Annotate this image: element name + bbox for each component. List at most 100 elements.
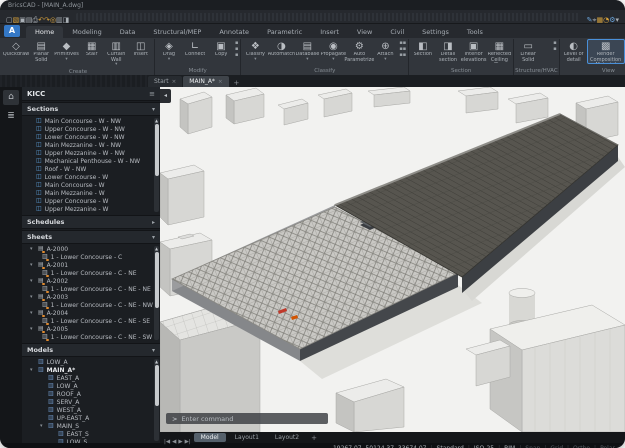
application-button[interactable]: A — [4, 25, 20, 37]
scrollbar[interactable]: ▲ — [154, 118, 159, 212]
sections-header[interactable]: Sections ▾ — [22, 102, 160, 116]
model-tree-item[interactable]: ▥ EAST_A — [22, 374, 160, 382]
sheet-view-item[interactable]: ▥ 1 - Lower Concourse - C — [22, 253, 160, 261]
collapse-caret-icon[interactable]: ▾ — [30, 262, 35, 268]
ribbon-button[interactable]: ▤ Database ▾ — [294, 39, 320, 63]
ribbon-button[interactable]: ▩ Render Composition Material ▾ — [587, 39, 625, 64]
hamburger-menu-icon[interactable]: ≡ — [149, 90, 155, 98]
model-tree-item[interactable]: ▥ SERV_A — [22, 398, 160, 406]
sheet-view-item[interactable]: ▥ 1 - Lower Concourse - C - NE - SE — [22, 317, 160, 325]
model-tree-item[interactable]: ▥ EAST_S — [22, 430, 160, 438]
quick-access-icon[interactable]: ▢ — [6, 16, 13, 24]
ribbon-tab[interactable]: Parametric — [258, 26, 311, 38]
sheet-view-item[interactable]: ▥ 1 - Lower Concourse - C - NE - NE — [22, 285, 160, 293]
ribbon-tab[interactable]: Home — [26, 26, 63, 38]
status-toggle[interactable]: Grid — [550, 445, 563, 448]
section-tree-item[interactable]: ◫ Main Mezzanine - W — [22, 189, 160, 197]
ribbon-tab[interactable]: Modeling — [63, 26, 111, 38]
sheet-item[interactable]: ▾ ▤ A-2002 — [22, 277, 160, 285]
ribbon-tab[interactable]: View — [348, 26, 381, 38]
ribbon-button[interactable]: ⊕ Attach ▾ — [372, 39, 398, 63]
document-tab[interactable]: MAIN_A* × — [183, 76, 228, 87]
scrollbar[interactable]: ▲ — [154, 359, 159, 441]
sheet-item[interactable]: ▾ ▤ A-2001 — [22, 261, 160, 269]
section-tree-item[interactable]: ◫ Main Concourse - W — [22, 181, 160, 189]
model-tree-item[interactable]: ▾ ▥ MAIN_A* — [22, 366, 160, 374]
ribbon-button[interactable]: ◐ Level of detail ▾ — [561, 39, 587, 64]
mini-tool-buttons[interactable]: ▪▪ — [552, 39, 557, 67]
ribbon-button[interactable]: ◑ Automatch ▾ — [268, 39, 294, 59]
home-icon[interactable]: ⌂ — [3, 90, 19, 105]
quick-access-icon[interactable]: ◨ — [63, 16, 70, 24]
ribbon-tab[interactable]: Tools — [458, 26, 492, 38]
scrollbar[interactable]: ▲ — [154, 246, 159, 340]
ribbon-button[interactable]: ❖ Classify ▾ — [242, 39, 268, 63]
ribbon-button[interactable]: ▦ Reflected Ceiling Plan ▾ — [487, 39, 513, 64]
ribbon-tab[interactable]: Structural/MEP — [144, 26, 210, 38]
layout-nav-arrow-icon[interactable]: ▶| — [184, 439, 192, 445]
ribbon-button[interactable]: ▥ Curtain Wall ▾ — [104, 39, 129, 68]
3d-viewport[interactable]: ◂ — [160, 87, 625, 432]
mini-tool-buttons[interactable]: ▪▪▪ — [234, 39, 239, 67]
caret-icon[interactable]: ▾ — [30, 367, 35, 373]
model-tree-item[interactable]: ▥ ROOF_A — [22, 390, 160, 398]
sheet-view-item[interactable]: ▥ 1 - Lower Concourse - C - NE — [22, 269, 160, 277]
toolbar-drag-handle[interactable] — [76, 13, 579, 21]
section-tree-item[interactable]: ◫ Lower Concourse - W - NW — [22, 133, 160, 141]
ribbon-button[interactable]: ▤ Planar Solid ▾ — [29, 39, 54, 64]
section-tree-item[interactable]: ◫ Upper Mezzanine - W - NW — [22, 149, 160, 157]
ribbon-tab[interactable]: Civil — [381, 26, 413, 38]
ribbon-button[interactable]: ◧ Section ▾ — [410, 39, 435, 59]
ribbon-button[interactable]: ◫ Insert ▾ — [129, 39, 154, 59]
collapse-caret-icon[interactable]: ▾ — [30, 294, 35, 300]
sheet-item[interactable]: ▾ ▤ A-2005 — [22, 325, 160, 333]
sheet-view-item[interactable]: ▥ 1 - Lower Concourse - C - NE - SW — [22, 333, 160, 341]
sheets-header[interactable]: Sheets ▾ — [22, 230, 160, 244]
ribbon-button[interactable]: ◨ Detail section ▾ — [435, 39, 460, 64]
status-toggle[interactable]: Snap — [525, 445, 540, 448]
collapse-caret-icon[interactable]: ▾ — [30, 310, 35, 316]
panel-collapse-icon[interactable]: ◂ — [160, 89, 171, 103]
ribbon-button[interactable]: ◈ Drag ▾ — [156, 39, 182, 63]
status-field[interactable]: ISO-25 — [474, 445, 494, 448]
collapse-caret-icon[interactable]: ▾ — [30, 278, 35, 284]
layout-tab[interactable]: Model — [194, 433, 226, 442]
status-field[interactable]: Standard — [437, 445, 464, 448]
ribbon-button[interactable]: ▭ Linear Solid ▾ — [515, 39, 541, 64]
collapse-caret-icon[interactable]: ▾ — [30, 326, 35, 332]
section-tree-item[interactable]: ◫ Lower Concourse - W — [22, 173, 160, 181]
quick-access-icon[interactable]: ▣ — [19, 16, 26, 24]
ribbon-button[interactable]: ◉ Propagate ▾ — [320, 39, 346, 63]
ribbon-button[interactable]: ▣ Interior elevations ▾ — [461, 39, 487, 64]
section-tree-item[interactable]: ◫ Main Mezzanine - W - NW — [22, 141, 160, 149]
sheet-item[interactable]: ▾ ▤ A-2004 — [22, 309, 160, 317]
quick-access-icon[interactable]: ▥ — [56, 16, 63, 24]
layout-nav-arrow-icon[interactable]: |◀ — [163, 439, 171, 445]
ribbon-tab[interactable]: Settings — [413, 26, 458, 38]
sheet-item[interactable]: ▾ ▤ A-2000 — [22, 245, 160, 253]
close-icon[interactable]: × — [218, 79, 223, 85]
sheet-item[interactable]: ▾ ▤ A-2003 — [22, 293, 160, 301]
document-tab[interactable]: Start × — [148, 76, 182, 87]
model-tree-item[interactable]: ▾ ▥ MAIN_S — [22, 422, 160, 430]
new-document-tab-button[interactable]: + — [230, 79, 244, 87]
ribbon-tab[interactable]: Annotate — [210, 26, 258, 38]
status-toggle[interactable]: Ortho — [573, 445, 590, 448]
ribbon-button[interactable]: ⚙ Auto Parametrize ▾ — [346, 39, 372, 64]
section-tree-item[interactable]: ◫ Upper Mezzanine - W — [22, 205, 160, 213]
layout-tab[interactable]: Layout1 — [228, 433, 266, 442]
new-layout-button[interactable]: + — [308, 434, 320, 442]
schedules-header[interactable]: Schedules ▸ — [22, 215, 160, 229]
collapse-caret-icon[interactable]: ▾ — [30, 246, 35, 252]
caret-icon[interactable]: ▾ — [40, 423, 45, 429]
model-tree-item[interactable]: ▥ UP-EAST_A — [22, 414, 160, 422]
models-header[interactable]: Models ▾ — [22, 343, 160, 357]
status-toggle[interactable]: Polar — [600, 445, 615, 448]
section-tree-item[interactable]: ◫ Roof - W - NW — [22, 165, 160, 173]
ribbon-button[interactable]: ▦ Stair ▾ — [80, 39, 105, 59]
section-tree-item[interactable]: ◫ Upper Concourse - W - NW — [22, 125, 160, 133]
layout-tab[interactable]: Layout2 — [268, 433, 306, 442]
model-tree-item[interactable]: ▥ LOW_S — [22, 438, 160, 443]
ribbon-tab[interactable]: Data — [111, 26, 145, 38]
ribbon-button[interactable]: ◆ Primitives ▾ — [54, 39, 80, 63]
